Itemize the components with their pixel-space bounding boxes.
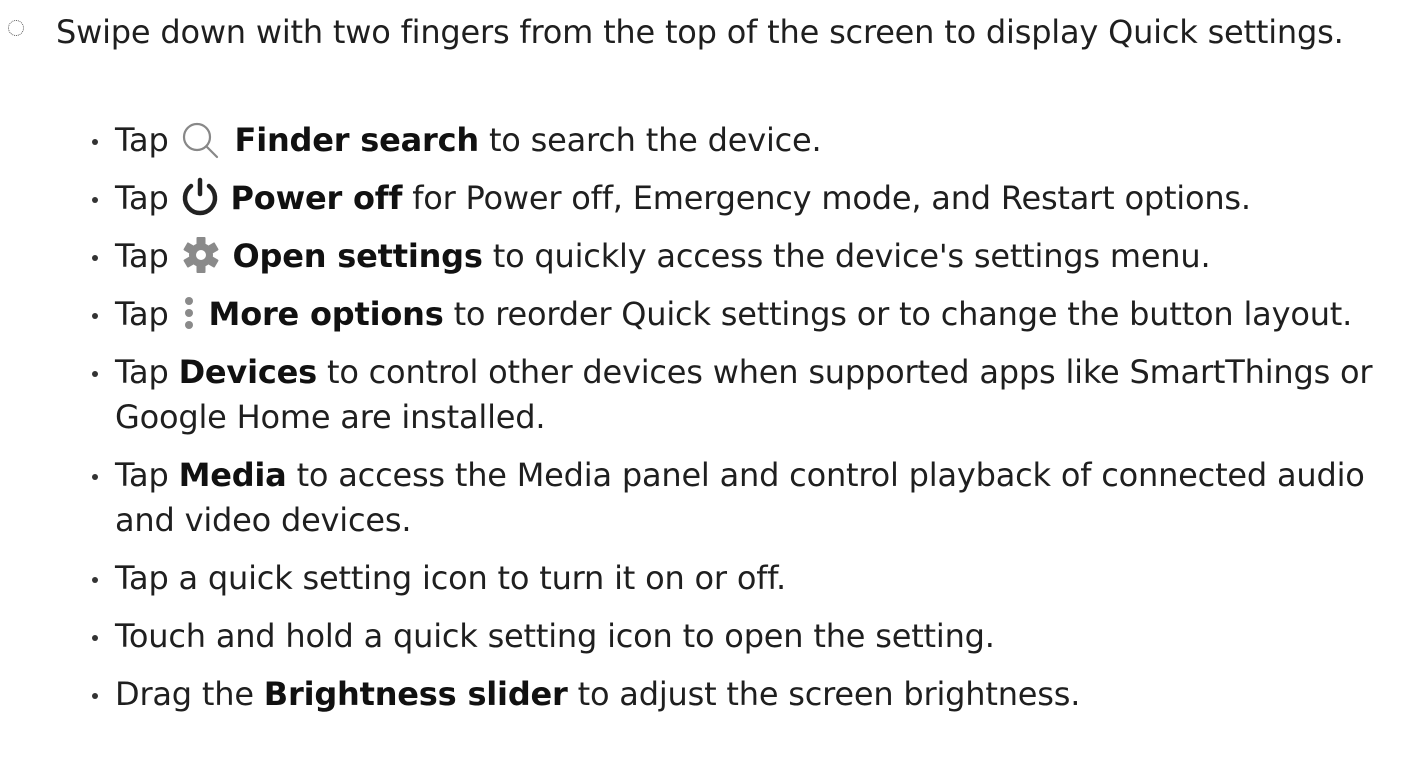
bullet-text: to search the device. [488, 121, 822, 159]
bullet-prefix: Tap [115, 295, 169, 333]
brightness-slider-term: Brightness slider [263, 675, 568, 713]
bullet-prefix: Tap [115, 353, 169, 391]
bullet-text: to adjust the screen brightness. [577, 675, 1081, 713]
list-item-power-off: Tap Power off for Power off, Emergency m… [0, 176, 1395, 221]
power-icon [179, 177, 221, 217]
bullet-prefix: Tap [115, 179, 169, 217]
bullet-prefix: Tap [115, 237, 169, 275]
search-icon [179, 119, 225, 159]
devices-term: Devices [178, 353, 318, 391]
list-item-open-settings: Tap Open settings to quickly access the … [0, 234, 1395, 279]
step-marker-icon [8, 20, 24, 36]
bullet-prefix: Drag the [115, 675, 254, 713]
gear-icon [179, 235, 223, 275]
bullet-prefix: Tap [115, 121, 169, 159]
bullet-text: to reorder Quick settings or to change t… [453, 295, 1353, 333]
quick-settings-tips-list: Tap Finder search to search the device. … [0, 118, 1408, 730]
step-text: Swipe down with two fingers from the top… [56, 13, 1344, 51]
bullet-text: Touch and hold a quick setting icon to o… [115, 617, 995, 655]
list-item-brightness: Drag the Brightness slider to adjust the… [0, 672, 1395, 717]
bullet-text: for Power off, Emergency mode, and Resta… [412, 179, 1251, 217]
list-item-devices: Tap Devices to control other devices whe… [0, 350, 1395, 440]
media-term: Media [178, 456, 287, 494]
list-item-media: Tap Media to access the Media panel and … [0, 453, 1395, 543]
power-off-term: Power off [230, 179, 403, 217]
list-item-finder-search: Tap Finder search to search the device. [0, 118, 1395, 163]
bullet-prefix: Tap [115, 456, 169, 494]
bullet-text: to access the Media panel and control pl… [115, 456, 1365, 539]
open-settings-term: Open settings [232, 237, 483, 275]
bullet-text: Tap a quick setting icon to turn it on o… [115, 559, 787, 597]
list-item-more-options: Tap More options to reorder Quick settin… [0, 292, 1395, 337]
more-options-term: More options [208, 295, 444, 333]
bullet-text: to quickly access the device's settings … [492, 237, 1211, 275]
more-options-icon [179, 293, 199, 333]
list-item-touch-hold: Touch and hold a quick setting icon to o… [0, 614, 1395, 659]
finder-search-term: Finder search [234, 121, 480, 159]
list-item-tap-quick-setting: Tap a quick setting icon to turn it on o… [0, 556, 1395, 601]
